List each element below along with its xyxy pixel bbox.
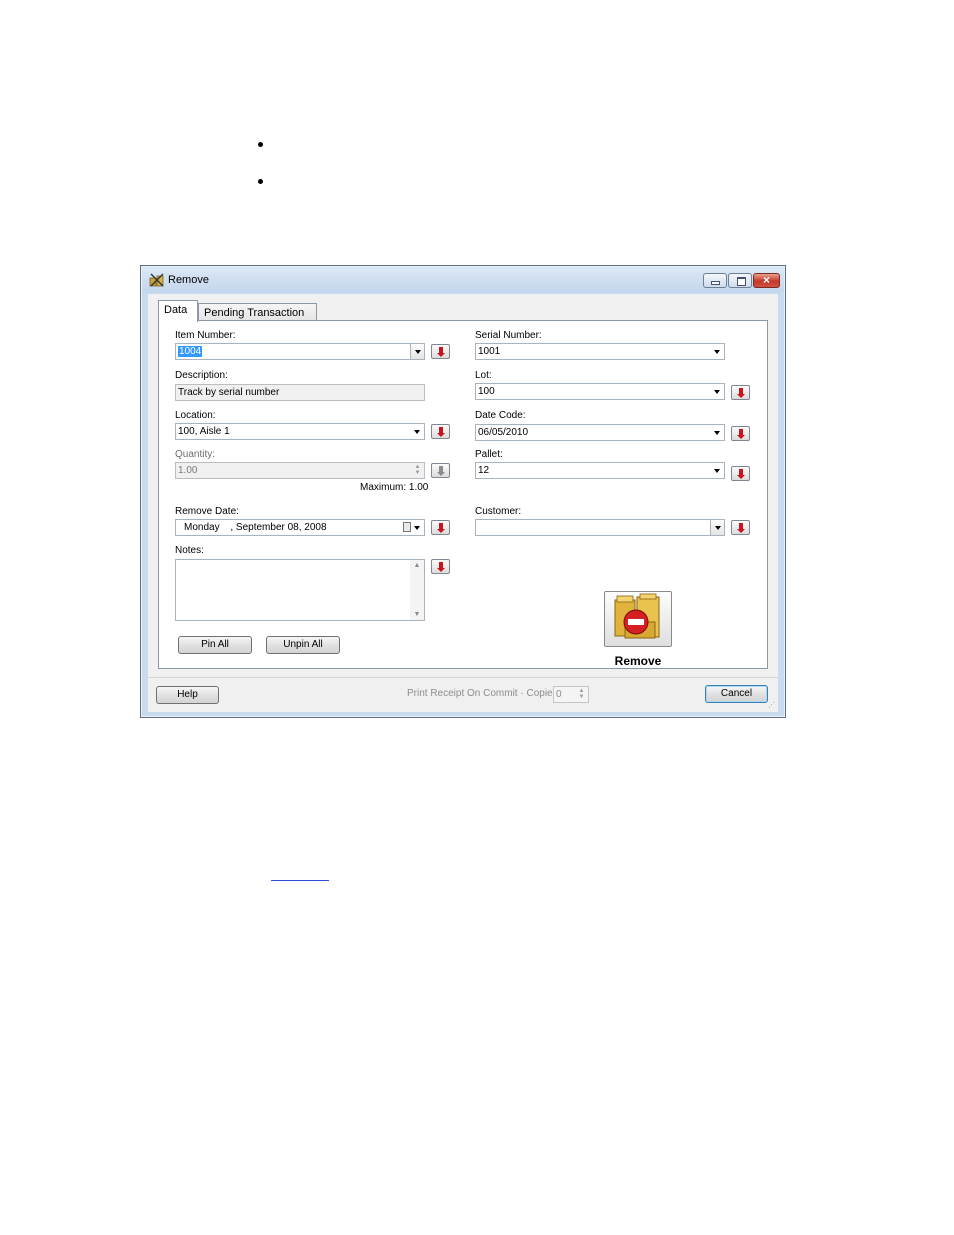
resize-grip-icon[interactable]: ⋰ <box>768 702 776 710</box>
notes-label: Notes: <box>175 545 204 556</box>
chevron-down-icon[interactable] <box>710 520 724 535</box>
serial-number-value: 1001 <box>478 346 501 357</box>
remove-date-picker[interactable]: Monday , September 08, 2008 <box>175 519 425 536</box>
remove-date-date: , September 08, 2008 <box>230 522 327 533</box>
pin-remove-date-button[interactable] <box>431 520 450 535</box>
chevron-down-icon[interactable] <box>410 520 424 535</box>
pin-item-number-button[interactable] <box>431 344 450 359</box>
scroll-up-icon[interactable]: ▲ <box>410 562 424 569</box>
description-field[interactable]: Track by serial number <box>175 384 425 401</box>
date-code-combo[interactable]: 06/05/2010 <box>475 424 725 441</box>
pin-lot-button[interactable] <box>731 385 750 400</box>
quantity-label: Quantity: <box>175 449 216 460</box>
quantity-stepper[interactable]: 1.00 ▲ ▼ <box>175 462 425 479</box>
print-receipt-label: Print Receipt On Commit · Copies: <box>407 688 561 699</box>
serial-number-label: Serial Number: <box>475 330 542 341</box>
chevron-down-icon[interactable] <box>710 425 724 440</box>
remove-button[interactable] <box>604 591 672 647</box>
pallet-combo[interactable]: 12 <box>475 462 725 479</box>
remove-button-label[interactable]: Remove <box>588 654 688 668</box>
customer-combo[interactable] <box>475 519 725 536</box>
spinner-arrows-icon: ▲ ▼ <box>578 688 585 700</box>
bullet-1 <box>258 142 263 147</box>
remove-boxes-icon <box>614 593 660 639</box>
location-combo[interactable]: 100, Aisle 1 <box>175 423 425 440</box>
pin-pallet-button[interactable] <box>731 466 750 481</box>
pin-location-button[interactable] <box>431 424 450 439</box>
remove-date-label: Remove Date: <box>175 506 239 517</box>
location-value: 100, Aisle 1 <box>178 426 230 437</box>
chevron-down-icon[interactable] <box>710 463 724 478</box>
maximize-button[interactable] <box>728 273 752 288</box>
help-button[interactable]: Help <box>156 686 219 704</box>
lot-combo[interactable]: 100 <box>475 383 725 400</box>
pin-date-code-button[interactable] <box>731 426 750 441</box>
pallet-value: 12 <box>478 465 490 476</box>
notes-scrollbar[interactable]: ▲ ▼ <box>410 560 424 620</box>
window-client-area: Data Pending Transaction List: 0 Item Nu… <box>148 294 778 712</box>
spinner-arrows-icon: ▲ ▼ <box>414 464 421 476</box>
pallet-label: Pallet: <box>475 449 503 460</box>
location-label: Location: <box>175 410 216 421</box>
lot-label: Lot: <box>475 370 492 381</box>
bullet-2 <box>258 179 263 184</box>
chevron-down-icon[interactable] <box>410 424 424 439</box>
tab-data[interactable]: Data <box>158 300 198 322</box>
quantity-value: 1.00 <box>178 465 198 476</box>
pin-all-button[interactable]: Pin All <box>178 636 252 654</box>
pin-notes-button[interactable] <box>431 559 450 574</box>
date-code-label: Date Code: <box>475 410 526 421</box>
copies-stepper: 0 ▲ ▼ <box>553 686 589 703</box>
window-title: Remove <box>168 274 209 286</box>
chevron-down-icon[interactable] <box>410 344 424 359</box>
pin-customer-button[interactable] <box>731 520 750 535</box>
minimize-button[interactable] <box>703 273 727 288</box>
lot-value: 100 <box>478 386 495 397</box>
scroll-down-icon[interactable]: ▼ <box>410 611 424 618</box>
title-bar[interactable]: Remove × <box>142 267 784 293</box>
description-label: Description: <box>175 370 228 381</box>
cancel-button[interactable]: Cancel <box>705 685 768 703</box>
remove-date-day: Monday <box>184 522 220 533</box>
quantity-maximum: Maximum: 1.00 <box>360 482 429 493</box>
serial-number-combo[interactable]: 1001 <box>475 343 725 360</box>
close-button[interactable]: × <box>753 273 780 288</box>
notes-textarea[interactable]: ▲ ▼ <box>175 559 425 621</box>
date-code-value: 06/05/2010 <box>478 427 529 438</box>
data-tab-panel: Item Number: 1004 Description: Track by … <box>158 320 768 669</box>
item-number-value: 1004 <box>178 346 203 357</box>
copies-value: 0 <box>556 689 562 700</box>
chevron-down-icon[interactable] <box>710 344 724 359</box>
customer-label: Customer: <box>475 506 522 517</box>
unpin-all-button[interactable]: Unpin All <box>266 636 340 654</box>
pin-quantity-button <box>431 463 450 478</box>
chevron-down-icon[interactable] <box>710 384 724 399</box>
item-number-label: Item Number: <box>175 330 236 341</box>
remove-window: Remove × Data Pending Transaction List: … <box>140 265 786 718</box>
footer-divider <box>148 677 778 678</box>
app-icon <box>149 273 164 287</box>
close-icon: × <box>762 273 770 287</box>
item-number-combo[interactable]: 1004 <box>175 343 425 360</box>
document-link-underline[interactable] <box>271 880 329 881</box>
